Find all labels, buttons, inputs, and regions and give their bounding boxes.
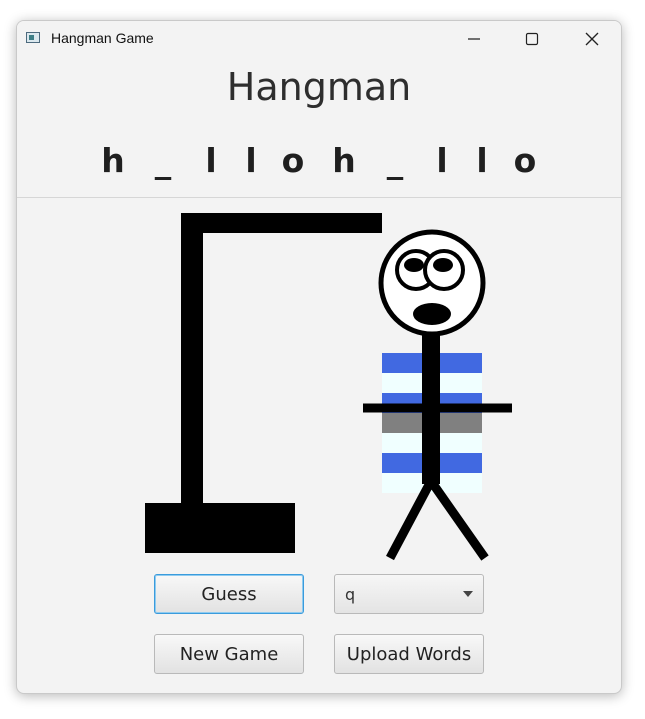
maximize-button[interactable] xyxy=(503,21,561,57)
chevron-down-icon xyxy=(463,591,473,597)
word-letter: o xyxy=(513,141,537,180)
title-bar[interactable]: Hangman Game xyxy=(17,21,621,57)
word-letter: _ xyxy=(386,141,404,180)
word-letter: l xyxy=(245,141,257,180)
gallows-post xyxy=(181,233,203,505)
close-icon xyxy=(585,32,599,46)
guess-button[interactable]: Guess xyxy=(154,574,304,614)
word-letter: l xyxy=(436,141,448,180)
app-window: Hangman Game Hangman h _ l l o h _ l l o xyxy=(16,20,622,694)
word-letter: h xyxy=(332,141,356,180)
word-letter: h xyxy=(101,141,125,180)
word-letter: o xyxy=(281,141,305,180)
minimize-button[interactable] xyxy=(445,21,503,57)
word-letter: l xyxy=(476,141,488,180)
hangman-drawing xyxy=(145,213,512,561)
maximize-icon xyxy=(525,32,539,46)
figure-eyes xyxy=(395,249,465,291)
word-display: h _ l l o h _ l l o xyxy=(17,141,621,187)
word-letter: _ xyxy=(154,141,172,180)
gallows-base xyxy=(145,503,295,553)
close-button[interactable] xyxy=(563,21,621,57)
upload-words-button[interactable]: Upload Words xyxy=(334,634,484,674)
app-icon xyxy=(26,32,40,43)
game-title: Hangman xyxy=(226,65,412,109)
word-letter: l xyxy=(205,141,217,180)
minimize-icon xyxy=(468,38,480,40)
figure-mouth xyxy=(413,303,451,325)
letter-select-value: q xyxy=(345,585,356,604)
window-title: Hangman Game xyxy=(51,30,154,46)
gallows-beam xyxy=(181,213,382,233)
new-game-button[interactable]: New Game xyxy=(154,634,304,674)
letter-select[interactable]: q xyxy=(334,574,484,614)
